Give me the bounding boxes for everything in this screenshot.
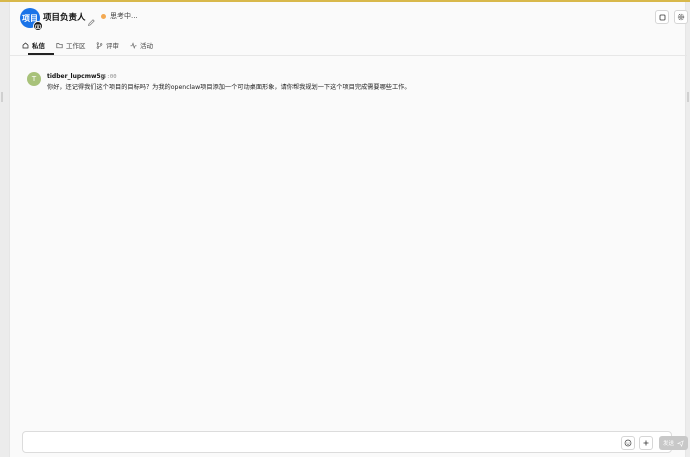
window-toggle-button[interactable] [655, 10, 669, 24]
pencil-icon[interactable] [87, 12, 96, 27]
message-username: tidber_lupcmw5g [47, 73, 105, 80]
gear-icon [677, 13, 685, 21]
send-icon [677, 439, 684, 447]
chat-panel: 项目 项目负责人 思考中... 私信 工作区 评审 活动 T tidber_lu… [9, 2, 688, 457]
activity-icon [130, 41, 137, 49]
active-tab-indicator [28, 53, 54, 55]
home-icon [22, 42, 29, 48]
tab-label: 私信 [32, 42, 45, 50]
square-icon [659, 14, 665, 20]
user-avatar[interactable]: T [27, 72, 41, 86]
emoji-button[interactable] [621, 436, 635, 450]
tab-label: 活动 [140, 42, 153, 50]
agent-title: 项目负责人 [43, 13, 86, 23]
settings-button[interactable] [674, 10, 688, 24]
agent-avatar[interactable]: 项目 [20, 8, 43, 31]
message-text: 你好，还记得我们这个项目的目标吗？为我的openclaw项目添加一个可动桌面形象… [47, 84, 411, 91]
tab-activity[interactable]: 活动 [130, 39, 153, 51]
plus-icon [643, 440, 649, 446]
send-button[interactable]: 发送 [659, 436, 688, 450]
camera-icon [33, 21, 43, 31]
message-input[interactable] [27, 435, 602, 450]
send-label: 发送 [662, 441, 674, 447]
folder-icon [56, 42, 63, 48]
status-text: 思考中... [110, 12, 138, 20]
message-time: 15:00 [100, 73, 117, 80]
smiley-icon [624, 439, 632, 447]
git-branch-icon [96, 41, 103, 49]
tab-label: 工作区 [66, 42, 86, 50]
chat-header: 项目 项目负责人 思考中... [10, 2, 688, 32]
tab-direct-messages[interactable]: 私信 [22, 39, 45, 51]
left-resize-handle[interactable] [1, 92, 3, 102]
message-composer: 发送 [22, 431, 688, 453]
right-resize-handle[interactable] [687, 92, 689, 102]
tab-label: 评审 [106, 42, 119, 50]
status-dot [101, 14, 106, 19]
attach-button[interactable] [639, 436, 653, 450]
tab-review[interactable]: 评审 [96, 39, 119, 51]
tab-workspace[interactable]: 工作区 [56, 39, 86, 51]
